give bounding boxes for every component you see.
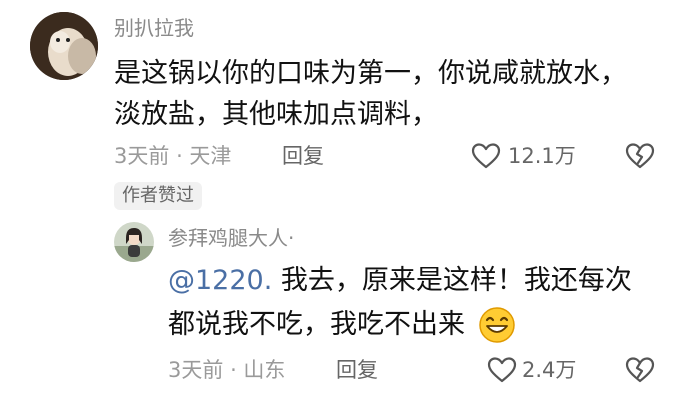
like-count: 12.1万	[508, 144, 576, 168]
meta-dot: ·	[230, 358, 244, 382]
comment-time: 3天前	[114, 144, 170, 168]
comment-location: 天津	[189, 144, 232, 168]
broken-heart-icon	[625, 143, 655, 169]
reply-mention-link[interactable]: @1220.	[168, 265, 272, 296]
comment-author[interactable]: 别扒拉我	[114, 14, 194, 42]
reply-dislike-button[interactable]	[624, 354, 656, 386]
broken-heart-icon	[625, 357, 655, 383]
heart-icon	[471, 143, 501, 169]
comment-text-line-1: 是这锅以你的口味为第一，你说咸就放水，	[114, 58, 627, 89]
comment-text-line-2: 淡放盐，其他味加点调料，	[114, 99, 438, 130]
avatar-image	[30, 12, 98, 80]
reply-author[interactable]: 参拜鸡腿大人·	[168, 224, 294, 252]
grin-emoji	[478, 306, 516, 344]
like-button[interactable]	[470, 140, 502, 172]
reply-avatar[interactable]	[114, 222, 154, 262]
author-liked-badge: 作者赞过	[114, 182, 202, 210]
reply-like-count: 2.4万	[522, 358, 577, 382]
reply-text-rest: 我去，原来是这样！我还每次	[272, 265, 632, 296]
reply-meta: 3天前 · 山东	[168, 354, 285, 386]
comment-reply-button[interactable]: 回复	[282, 140, 324, 172]
reply-reply-button[interactable]: 回复	[336, 354, 378, 386]
dislike-button[interactable]	[624, 140, 656, 172]
reply-avatar-image	[114, 222, 154, 262]
heart-icon	[487, 357, 517, 383]
comment-meta: 3天前 · 天津	[114, 140, 231, 172]
reply-text-line-1: @1220. 我去，原来是这样！我还每次	[168, 262, 632, 300]
reply-like-button[interactable]	[486, 354, 518, 386]
reply-location: 山东	[243, 358, 286, 382]
avatar[interactable]	[30, 12, 98, 80]
reply-text-line-2-text: 都说我不吃，我吃不出来	[168, 309, 465, 340]
reply-time: 3天前	[168, 358, 224, 382]
reply-text-line-2: 都说我不吃，我吃不出来	[168, 306, 465, 344]
meta-dot: ·	[176, 144, 190, 168]
